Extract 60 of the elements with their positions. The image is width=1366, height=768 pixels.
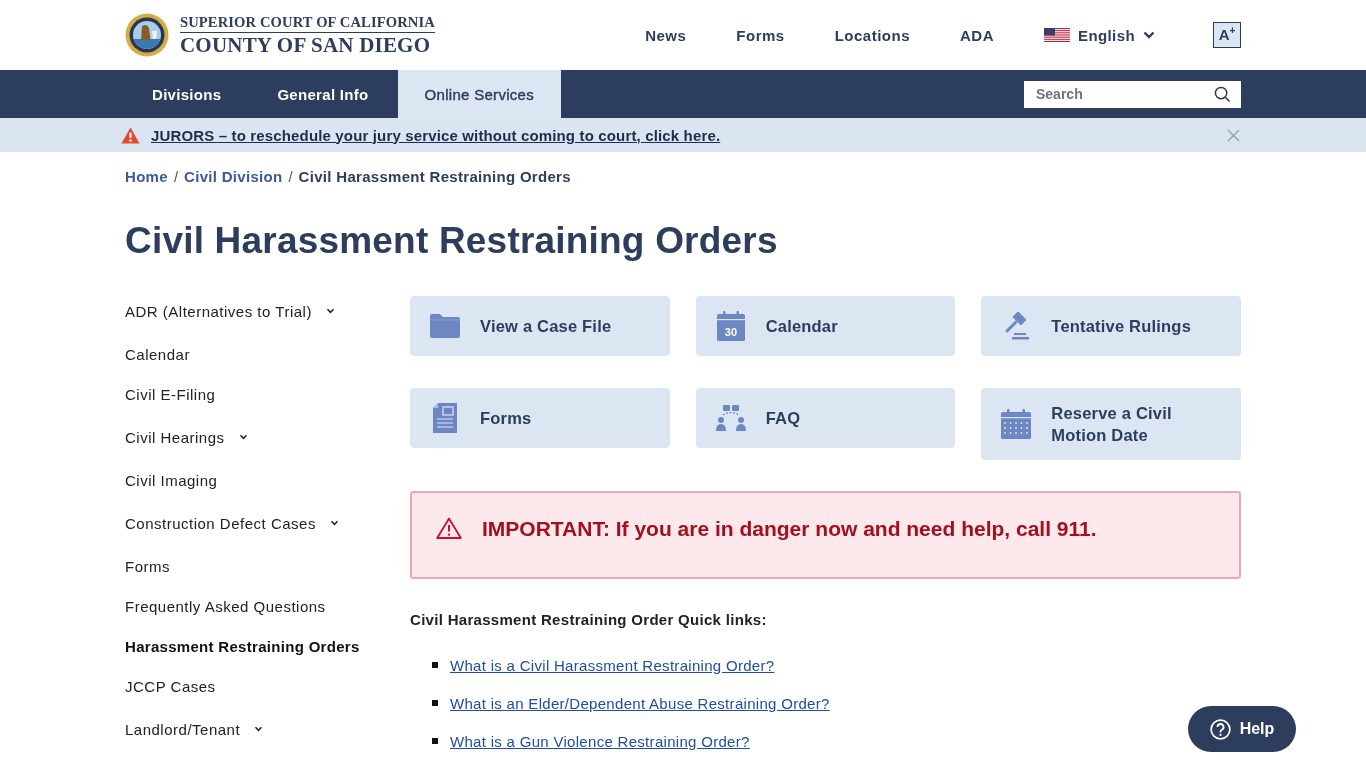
quick-link[interactable]: What is an Elder/Dependent Abuse Restraining Order? [450, 694, 830, 712]
search-icon[interactable] [1214, 85, 1231, 103]
language-selector[interactable]: English [1078, 26, 1135, 44]
sidebar-link[interactable]: Civil E-Filing [125, 385, 216, 403]
sidebar-link[interactable]: Civil Hearings [125, 428, 225, 446]
breadcrumb-link[interactable]: Home [125, 167, 168, 187]
flag-icon[interactable] [1044, 28, 1070, 42]
square-bullet-icon [432, 700, 438, 706]
document-icon [430, 403, 460, 433]
quick-link[interactable]: What is a Gun Violence Restraining Order? [450, 732, 750, 750]
breadcrumb-separator: / [173, 167, 179, 187]
court-name-text: SUPERIOR COURT OF CALIFORNIA [180, 14, 435, 30]
page-title: Civil Harassment Restraining Orders [125, 219, 778, 263]
search-field[interactable]: Search [1024, 80, 1241, 108]
top-nav-link[interactable]: News [645, 26, 687, 44]
warning-icon [436, 517, 462, 539]
court-seal-icon[interactable] [125, 13, 169, 57]
quick-link-card[interactable]: Forms [410, 388, 670, 448]
quick-link-card[interactable]: FAQ [695, 388, 956, 448]
quick-link-card[interactable]: Tentative Rulings [981, 296, 1241, 356]
nav-tab[interactable]: General Info [250, 70, 396, 118]
breadcrumb-separator: / [288, 167, 293, 187]
nav-tab[interactable]: Divisions [125, 70, 249, 118]
sidebar-link[interactable]: Forms [125, 557, 170, 575]
sidebar-link[interactable]: Civil Imaging [125, 471, 218, 489]
square-bullet-icon [432, 738, 438, 744]
chevron-down-icon[interactable] [254, 726, 264, 732]
text-size-button[interactable]: A$^{+}$ [1213, 22, 1241, 48]
top-nav-link[interactable]: Forms [736, 26, 785, 44]
folder-icon [430, 311, 460, 341]
sidebar-link[interactable]: JCCP Cases [125, 677, 216, 695]
quick-links-heading: Civil Harassment Restraining Order Quick links: [410, 610, 767, 630]
sidebar-link[interactable]: Calendar [125, 345, 190, 363]
top-nav-link[interactable]: ADA [960, 26, 994, 44]
breadcrumb-link[interactable]: Civil Division [184, 167, 283, 187]
nav-tab[interactable]: Online Services [397, 70, 562, 118]
chevron-down-icon[interactable] [325, 308, 335, 314]
breadcrumb-current[interactable]: Civil Harassment Restraining Orders [298, 167, 571, 187]
quick-link-card[interactable]: View a Case File [410, 296, 670, 356]
top-nav-link[interactable]: Locations [834, 26, 910, 44]
quick-link-card[interactable]: Reserve a Civil Motion Date [981, 388, 1241, 460]
sidebar-link[interactable]: Construction Defect Cases [125, 514, 316, 532]
square-bullet-icon [432, 662, 438, 668]
notice-text: IMPORTANT: If you are in danger now and need help, call 911. [482, 516, 1097, 542]
warning-icon [121, 126, 140, 144]
sidebar-link[interactable]: Harassment Restraining Orders [125, 637, 360, 655]
chevron-down-icon[interactable] [238, 434, 248, 440]
calendar-icon: 30 [715, 311, 746, 341]
sidebar-link[interactable]: Landlord/Tenant [125, 720, 241, 738]
help-button[interactable]: Help [1188, 706, 1296, 752]
chevron-down-icon[interactable] [329, 520, 339, 526]
people-speech-icon [715, 403, 746, 433]
quick-link-card[interactable]: 30 Calendar [695, 296, 956, 356]
calendar-icon [1001, 409, 1032, 439]
sidebar-link[interactable]: ADR (Alternatives to Trial) [125, 302, 312, 320]
chevron-down-icon[interactable] [1143, 31, 1155, 39]
county-name-text: COUNTY OF SAN DIEGO [180, 34, 431, 56]
sidebar-link[interactable]: Frequently Asked Questions [125, 597, 326, 615]
question-icon [1209, 718, 1231, 740]
quick-link[interactable]: What is a Civil Harassment Restraining Order? [450, 656, 775, 674]
